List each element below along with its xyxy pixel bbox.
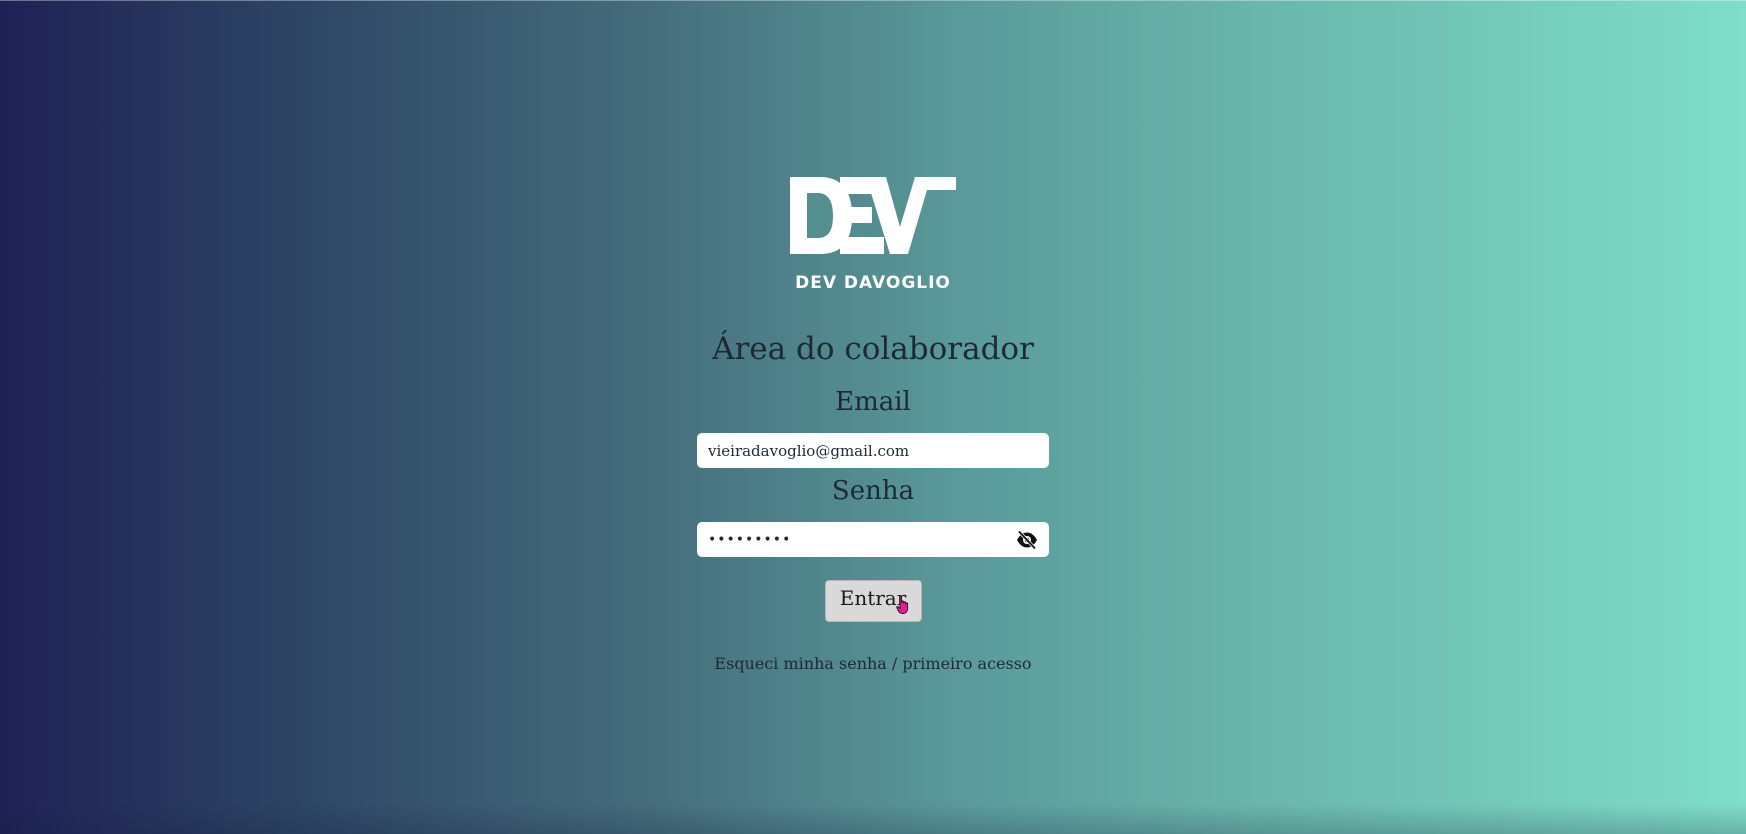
dev-logo-mark [790, 177, 956, 254]
password-label: Senha [831, 476, 915, 506]
bottom-shadow [0, 804, 1746, 834]
login-panel: DEV DAVOGLIO Área do colaborador Email S… [0, 0, 1746, 673]
email-label: Email [835, 387, 911, 417]
eye-slash-icon[interactable] [1015, 528, 1039, 552]
brand-logo: DEV DAVOGLIO [790, 177, 956, 293]
hand-pointer-icon [895, 595, 912, 620]
brand-name: DEV DAVOGLIO [795, 273, 951, 293]
password-input[interactable] [708, 531, 1015, 548]
email-input[interactable] [708, 441, 1039, 460]
forgot-password-link[interactable]: Esqueci minha senha / primeiro acesso [714, 654, 1031, 673]
password-field-container [697, 522, 1049, 557]
page-title: Área do colaborador [712, 331, 1034, 367]
email-field-container [697, 433, 1049, 468]
submit-button[interactable]: Entrar [824, 580, 922, 622]
